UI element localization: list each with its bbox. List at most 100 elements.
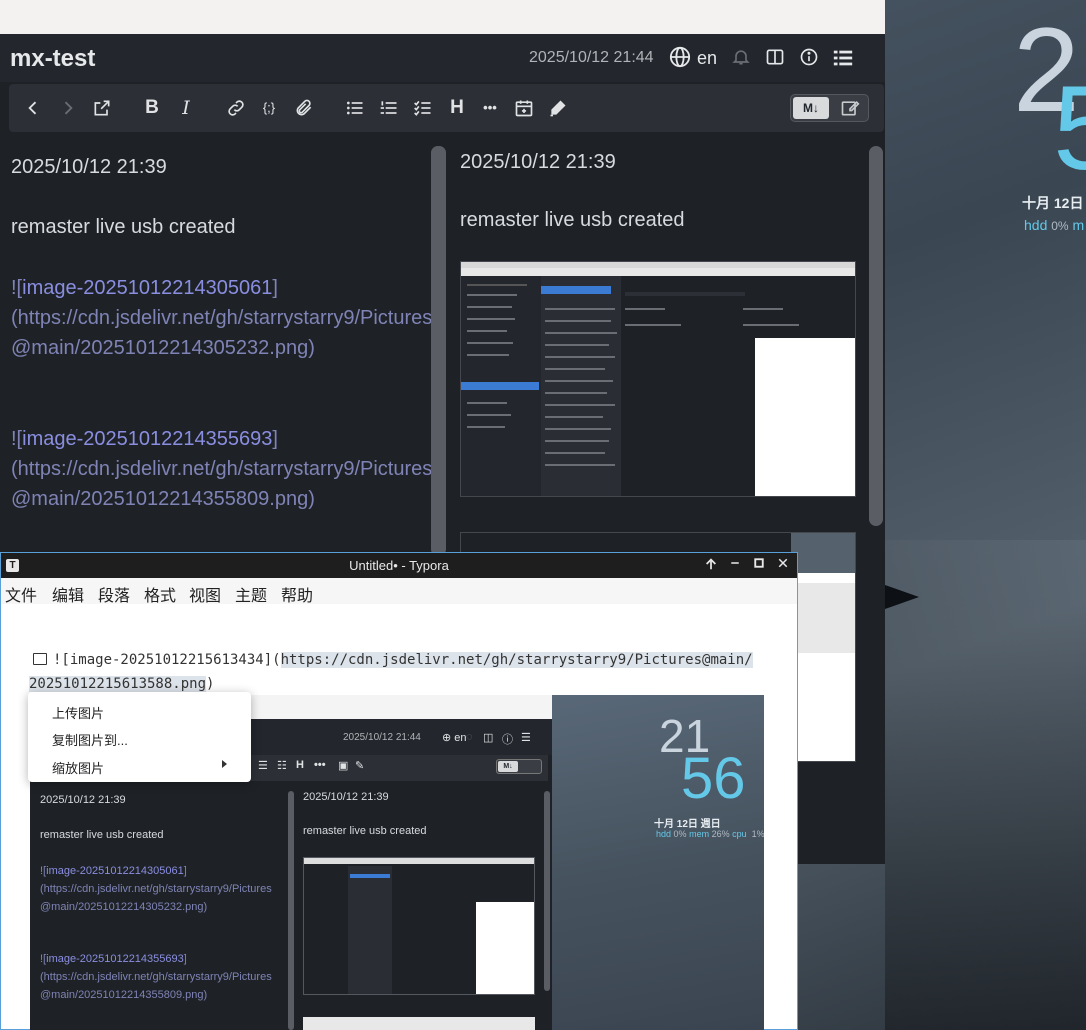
image-context-menu: 上传图片 复制图片到... 缩放图片 bbox=[28, 692, 251, 782]
nested-editor-url-1a: (https://cdn.jsdelivr.net/gh/starrystarr… bbox=[40, 883, 272, 895]
more-icon[interactable]: ••• bbox=[478, 96, 502, 120]
link-icon[interactable] bbox=[224, 96, 248, 120]
nested-preview-line: remaster live usb created bbox=[303, 825, 427, 837]
markdown-preview-toggle[interactable]: M↓ bbox=[790, 94, 869, 122]
nested-editor-date: 2025/10/12 21:39 bbox=[40, 794, 126, 806]
calendar-icon[interactable] bbox=[512, 96, 536, 120]
minimize-icon[interactable] bbox=[727, 557, 743, 573]
desktop-clock-date: 十月 12日 週 bbox=[1022, 195, 1086, 211]
menu-item-copy-image-to[interactable]: 复制图片到... bbox=[52, 730, 128, 749]
markdown-mode-icon[interactable]: M↓ bbox=[793, 97, 829, 119]
forward-icon[interactable] bbox=[56, 96, 80, 120]
menu-format[interactable]: 格式 bbox=[144, 582, 176, 606]
typora-window-title: Untitled• - Typora bbox=[349, 558, 449, 573]
menu-help[interactable]: 帮助 bbox=[281, 582, 313, 606]
preview-scrollbar[interactable] bbox=[869, 146, 883, 526]
menu-list-icon[interactable] bbox=[832, 47, 854, 69]
nested-editor-link-2: ![image-20251012214355693] bbox=[40, 953, 187, 965]
editor-image-url-2b: @main/20251012214355809.png) bbox=[11, 488, 315, 510]
top-light-strip bbox=[0, 0, 885, 34]
nested-editor-url-1b: @main/20251012214305232.png) bbox=[40, 901, 208, 913]
nested-sys-monitor: hdd 0% mem 26% cpu 1% bbox=[656, 829, 764, 839]
code-icon[interactable]: {;} bbox=[257, 96, 281, 120]
numbered-list-icon[interactable] bbox=[377, 96, 401, 120]
nested-list-icon: ☰ bbox=[258, 760, 268, 772]
menu-item-upload-image[interactable]: 上传图片 bbox=[52, 703, 104, 722]
nested-md-toggle: M↓ bbox=[496, 759, 542, 774]
preview-image-1 bbox=[460, 261, 856, 497]
back-icon[interactable] bbox=[21, 96, 45, 120]
editor-image-link-2: ![image-20251012214355693] bbox=[11, 428, 278, 450]
menu-view[interactable]: 视图 bbox=[189, 582, 221, 606]
editor-image-url-2a: (https://cdn.jsdelivr.net/gh/starrystarr… bbox=[11, 458, 433, 480]
nested-heading-icon: H bbox=[296, 759, 304, 771]
keep-above-icon[interactable] bbox=[703, 557, 719, 573]
pen-icon[interactable] bbox=[546, 96, 570, 120]
nested-preview-scrollbar bbox=[544, 791, 550, 991]
nested-columns-icon: ◫ bbox=[483, 732, 494, 744]
nested-editor-line: remaster live usb created bbox=[40, 829, 164, 841]
mem-label: m bbox=[1072, 217, 1085, 233]
nested-pen-icon: ✎ bbox=[355, 760, 365, 772]
editor-text-line: remaster live usb created bbox=[11, 216, 236, 238]
app-header: mx-test 2025/10/12 21:44 en bbox=[0, 34, 885, 82]
wallpaper-ridge bbox=[885, 540, 1086, 1030]
editor-image-link-1: ![image-20251012214305061] bbox=[11, 277, 278, 299]
app-title: mx-test bbox=[10, 45, 96, 72]
image-markdown-source[interactable]: ![image-20251012215613434](https://cdn.j… bbox=[29, 648, 774, 696]
menu-file[interactable]: 文件 bbox=[5, 582, 37, 606]
nested-checklist-icon: ☷ bbox=[277, 760, 287, 772]
menu-item-zoom-image[interactable]: 缩放图片 bbox=[52, 758, 104, 777]
bullet-list-icon[interactable] bbox=[343, 96, 367, 120]
maximize-icon[interactable] bbox=[751, 557, 767, 573]
nested-preview-image-2 bbox=[303, 1017, 535, 1030]
checklist-icon[interactable] bbox=[411, 96, 435, 120]
italic-icon[interactable]: I bbox=[174, 96, 198, 120]
image-icon[interactable] bbox=[33, 653, 47, 665]
info-icon[interactable] bbox=[799, 47, 821, 69]
menu-paragraph[interactable]: 段落 bbox=[98, 582, 130, 606]
desktop-sys-monitor: hdd 0% m bbox=[1024, 217, 1084, 233]
nested-info-icon: ⓘ bbox=[502, 734, 513, 746]
globe-icon[interactable] bbox=[669, 46, 691, 68]
bell-icon[interactable] bbox=[731, 47, 753, 69]
heading-icon[interactable]: H bbox=[445, 96, 469, 120]
menu-edit[interactable]: 编辑 bbox=[52, 582, 84, 606]
nested-clock-minute: 56 bbox=[681, 746, 746, 811]
editor-scrollbar[interactable] bbox=[431, 146, 446, 556]
language-selector[interactable]: en bbox=[697, 48, 717, 69]
app-datetime: 2025/10/12 21:44 bbox=[529, 49, 654, 66]
editor-toolbar: B I {;} H ••• M↓ bbox=[9, 84, 884, 132]
menu-theme[interactable]: 主题 bbox=[235, 582, 267, 606]
nested-desktop: 21 56 十月 12日 週日 hdd 0% mem 26% cpu 1% bbox=[552, 695, 764, 1030]
close-icon[interactable] bbox=[775, 557, 791, 573]
columns-icon[interactable] bbox=[765, 47, 787, 69]
desktop-clock-minute: 5 bbox=[1053, 68, 1086, 188]
nested-menu-icon: ☰ bbox=[521, 732, 531, 744]
preview-date-line: 2025/10/12 21:39 bbox=[460, 151, 616, 173]
editor-scroll-thumb[interactable] bbox=[431, 146, 446, 556]
markdown-editor[interactable]: 2025/10/12 21:39 remaster live usb creat… bbox=[0, 146, 433, 556]
nested-calendar-icon: ▣ bbox=[338, 760, 349, 772]
nested-editor-link-1: ![image-20251012214305061] bbox=[40, 865, 187, 877]
submenu-arrow-icon bbox=[222, 760, 227, 768]
edit-mode-icon[interactable] bbox=[835, 98, 865, 120]
nested-bell-icon: ◌ bbox=[466, 731, 473, 743]
editor-date-line: 2025/10/12 21:39 bbox=[11, 156, 167, 178]
bold-icon[interactable]: B bbox=[140, 96, 164, 120]
editor-image-url-1a: (https://cdn.jsdelivr.net/gh/starrystarr… bbox=[11, 307, 433, 329]
nested-editor-scrollbar bbox=[288, 791, 294, 1030]
nested-preview-image bbox=[303, 857, 535, 995]
attachment-icon[interactable] bbox=[292, 96, 316, 120]
editor-image-url-1b: @main/20251012214305232.png) bbox=[11, 337, 315, 359]
nested-datetime: 2025/10/12 21:44 bbox=[343, 732, 421, 743]
typora-menubar: 文件 编辑 段落 格式 视图 主题 帮助 bbox=[1, 578, 797, 606]
typora-titlebar[interactable]: T Untitled• - Typora bbox=[1, 553, 797, 578]
external-link-icon[interactable] bbox=[90, 96, 114, 120]
hdd-percent: 0% bbox=[1051, 219, 1069, 233]
hdd-label: hdd bbox=[1024, 217, 1048, 233]
wallpaper-shape bbox=[885, 585, 919, 609]
nested-preview-date: 2025/10/12 21:39 bbox=[303, 791, 389, 803]
nested-more-icon: ••• bbox=[314, 759, 326, 771]
nested-language: ⊕ en bbox=[442, 732, 467, 744]
